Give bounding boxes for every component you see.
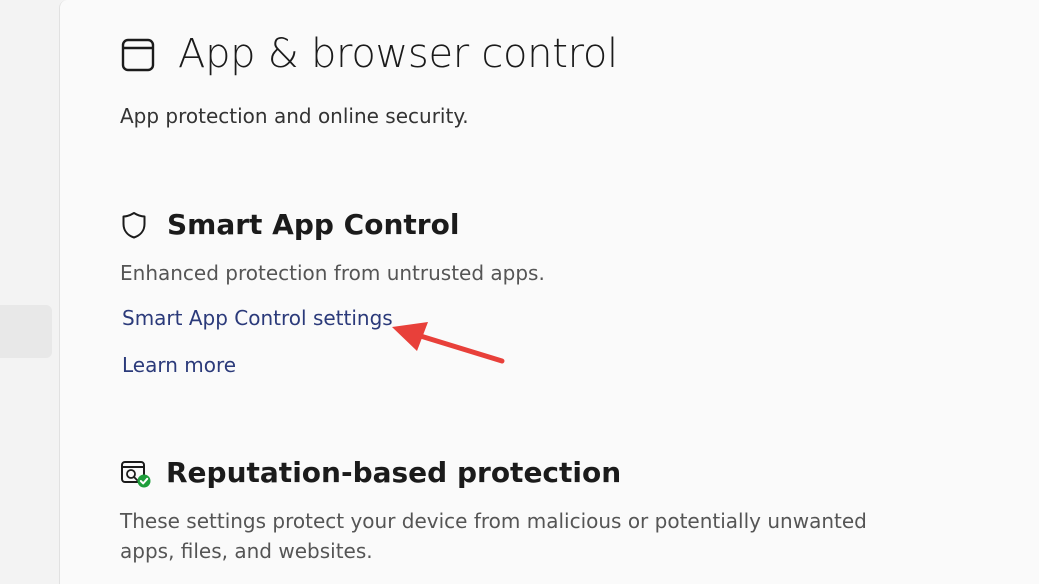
learn-more-link[interactable]: Learn more	[122, 353, 236, 377]
page-subtitle: App protection and online security.	[120, 104, 469, 128]
navigation-pane	[0, 0, 59, 584]
section-description-smart-app-control: Enhanced protection from untrusted apps.	[120, 261, 545, 285]
section-description-reputation-based-protection: These settings protect your device from …	[120, 509, 867, 563]
page-title: App & browser control	[178, 31, 618, 77]
section-title-smart-app-control: Smart App Control	[167, 208, 460, 241]
smart-app-control-settings-link[interactable]: Smart App Control settings	[122, 306, 393, 330]
shield-icon	[122, 212, 146, 239]
section-title-reputation-based-protection: Reputation-based protection	[166, 456, 622, 489]
windows-security-window: App & browser control App protection and…	[0, 0, 1039, 584]
content-pane	[59, 0, 1039, 584]
reputation-shield-check-icon	[121, 461, 151, 488]
app-window-icon	[121, 38, 155, 72]
nav-item-selected[interactable]	[0, 305, 52, 358]
